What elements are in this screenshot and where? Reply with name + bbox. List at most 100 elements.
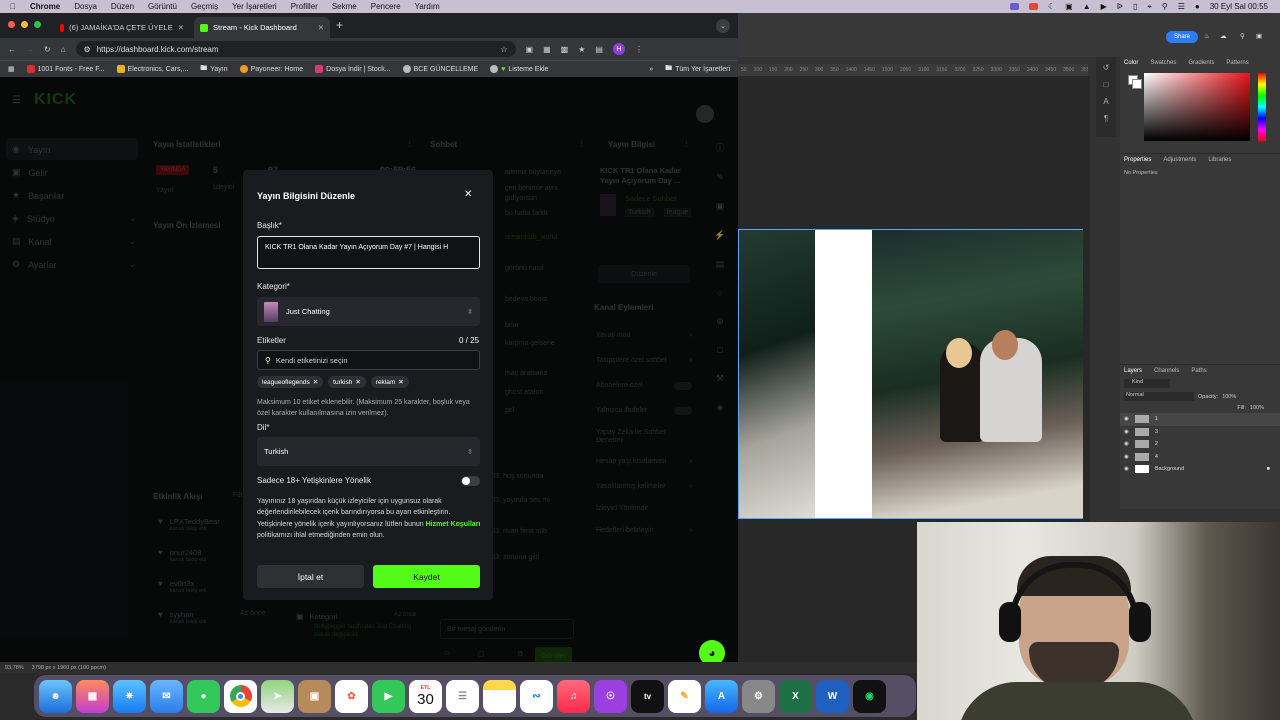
new-tab-icon[interactable]: + (336, 18, 343, 32)
more-bookmarks-icon[interactable]: » (649, 66, 653, 73)
launchpad-icon[interactable]: ▦ (76, 679, 109, 713)
screen-record-icon[interactable] (1009, 3, 1019, 10)
zoom-level[interactable]: 93,78% (5, 665, 24, 671)
bookmark-listeme-ekle[interactable]: ♥ Listeme Ekle (490, 65, 548, 73)
remove-tag-icon[interactable]: ✕ (398, 378, 403, 386)
layer-row[interactable]: ◉ 1 (1120, 413, 1280, 426)
cast-icon[interactable]: ▤ (595, 45, 603, 54)
layer-row[interactable]: ◉ 4 (1120, 451, 1280, 464)
menu-item-tab[interactable]: Sekme (332, 2, 357, 11)
app-store-icon[interactable]: A (705, 679, 738, 713)
tab-youtube[interactable]: (6) JAMAİKA'DA ÇETE ÜYELE ✕ (54, 17, 190, 38)
bookmark-payoneer[interactable]: Payoneer: Home (239, 65, 303, 73)
menu-item-file[interactable]: Dosya (74, 2, 97, 11)
clock-datetime[interactable]: 30 Eyl Sal 00:55 (1210, 2, 1268, 11)
tags-input[interactable]: ⚲ Kendi etiketinizi seçin (257, 350, 480, 370)
menu-item-window[interactable]: Pencere (371, 2, 401, 11)
tab-color[interactable]: Color (1124, 60, 1138, 66)
layer-kind-filter[interactable]: Kind (1124, 379, 1170, 388)
bookmark-1001fonts[interactable]: 1001 Fonts - Free F... (26, 65, 105, 73)
history-icon[interactable]: ↺ (1103, 63, 1110, 72)
paragraph-icon[interactable]: ¶ (1104, 114, 1108, 123)
maps-icon[interactable]: ➤ (261, 679, 294, 713)
search-icon[interactable]: ⚲ (1240, 32, 1245, 40)
system-settings-icon[interactable]: ⚙ (742, 679, 775, 713)
wifi-icon[interactable]: ⌖ (1147, 2, 1152, 12)
menu-item-profiles[interactable]: Profiller (291, 2, 318, 11)
calendar-icon[interactable]: EYL 30 (409, 679, 442, 713)
pages-icon[interactable]: ✎ (668, 679, 701, 713)
menu-app-name[interactable]: Chrome (30, 2, 60, 11)
spotify-icon[interactable]: ◉ (853, 679, 886, 713)
tab-search-icon[interactable]: ⌄ (716, 19, 730, 33)
music-icon[interactable]: ♫ (557, 679, 590, 713)
word-icon[interactable]: W (816, 679, 849, 713)
camera-icon[interactable]: ▣ (1065, 2, 1073, 11)
tab-adjustments[interactable]: Adjustments (1163, 157, 1196, 163)
language-select[interactable]: Turkish ⇳ (257, 437, 480, 466)
bluetooth-icon[interactable]: ᐉ (1117, 2, 1123, 11)
menu-item-help[interactable]: Yardım (415, 2, 440, 11)
background-swatch[interactable] (1132, 79, 1142, 89)
screenshot-icon[interactable]: ▦ (543, 45, 551, 54)
tab-properties[interactable]: Properties (1124, 157, 1151, 163)
adult-toggle[interactable] (461, 476, 480, 486)
opacity-value[interactable]: 100% (1222, 394, 1236, 400)
tab-gradients[interactable]: Gradients (1188, 60, 1214, 66)
tab-layers[interactable]: Layers (1124, 368, 1142, 374)
eye-icon[interactable]: ◉ (1124, 416, 1129, 422)
forward-icon[interactable]: → (26, 45, 34, 54)
bookmark-star-icon[interactable]: ☆ (500, 45, 507, 54)
close-tab-icon[interactable]: ✕ (178, 23, 184, 32)
menu-kebab-icon[interactable]: ⋮ (635, 45, 643, 54)
reload-icon[interactable]: ↻ (44, 45, 51, 54)
remove-tag-icon[interactable]: ✕ (313, 378, 318, 386)
blend-mode-select[interactable]: Normal (1124, 392, 1194, 401)
zoom-window-icon[interactable] (34, 21, 41, 28)
extensions-icon[interactable]: ▩ (561, 45, 569, 54)
eye-icon[interactable]: ◉ (1124, 429, 1129, 435)
excel-icon[interactable]: X (779, 679, 812, 713)
control-center-icon[interactable]: ☰ (1178, 2, 1185, 11)
minimize-window-icon[interactable] (21, 21, 28, 28)
tab-patterns[interactable]: Patterns (1226, 60, 1248, 66)
cloud-icon[interactable]: ☁ (1220, 32, 1227, 40)
podcasts-icon[interactable]: ☉ (594, 679, 627, 713)
mail-icon[interactable]: ✉ (150, 679, 183, 713)
finder-icon[interactable]: ☻ (39, 679, 72, 713)
layer-row[interactable]: ◉ Background ■ (1120, 463, 1280, 476)
shield-icon[interactable]: ▲ (1083, 2, 1091, 11)
share-button[interactable]: Share (1166, 31, 1199, 43)
tab-paths[interactable]: Paths (1191, 368, 1206, 374)
search-icon[interactable]: ⚲ (1162, 2, 1168, 11)
menu-item-history[interactable]: Geçmiş (191, 2, 218, 11)
bookmark-yayin[interactable]: 🖿 Yayın (200, 64, 227, 75)
battery-icon[interactable]: ▯ (1133, 2, 1137, 11)
tab-libraries[interactable]: Libraries (1208, 157, 1231, 163)
fill-value[interactable]: 100% (1250, 405, 1264, 411)
cancel-button[interactable]: İptal et (257, 565, 364, 588)
menu-item-bookmarks[interactable]: Yer İşaretleri (232, 2, 277, 11)
menu-item-view[interactable]: Görüntü (148, 2, 177, 11)
character-icon[interactable]: A (1103, 97, 1108, 106)
facetime-icon[interactable]: ▶ (372, 679, 405, 713)
close-icon[interactable]: ✕ (464, 189, 472, 200)
close-tab-icon[interactable]: ✕ (318, 23, 324, 32)
play-icon[interactable]: ▶ (1101, 2, 1107, 11)
hue-slider[interactable] (1258, 73, 1266, 141)
bookmark-electronics[interactable]: Electronics, Cars,... (116, 65, 188, 73)
ps-document-canvas[interactable] (738, 229, 1083, 519)
support-headset-icon[interactable]: ◕ (699, 640, 725, 662)
messages-icon[interactable]: ● (187, 679, 220, 713)
profile-avatar[interactable]: H (612, 43, 625, 55)
terms-link[interactable]: Hizmet Koşulları (426, 521, 481, 528)
camera-off-icon[interactable]: ▣ (526, 45, 534, 54)
url-bar[interactable]: ⚙ https://dashboard.kick.com/stream ☆ (75, 41, 516, 57)
eye-icon[interactable]: ◉ (1124, 454, 1129, 460)
menu-item-edit[interactable]: Düzen (111, 2, 134, 11)
moon-icon[interactable]: ☾ (1048, 2, 1055, 11)
archive-icon[interactable]: ▣ (298, 679, 331, 713)
remove-tag-icon[interactable]: ✕ (355, 378, 360, 386)
safari-icon[interactable]: ✷ (113, 679, 146, 713)
bookmark-dosya-indir[interactable]: Dosya İndir | Stock... (315, 65, 391, 73)
